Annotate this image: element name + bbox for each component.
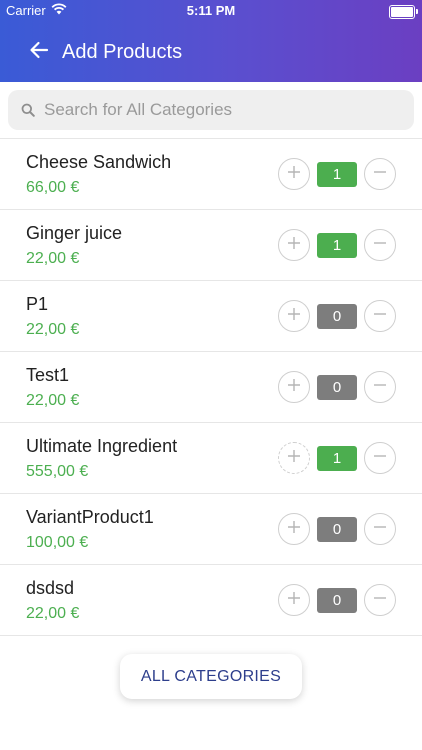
product-row: dsdsd 22,00 € 0 [0,565,422,636]
product-list: Cheese Sandwich 66,00 € 1 Ginger juice 2… [0,138,422,636]
increase-button[interactable] [278,229,310,261]
arrow-left-icon [29,41,49,64]
search-input[interactable] [42,99,406,121]
plus-icon [287,236,301,255]
product-price: 22,00 € [26,605,80,622]
plus-icon [287,449,301,468]
product-row: P1 22,00 € 0 [0,281,422,352]
decrease-button[interactable] [364,229,396,261]
quantity-badge: 0 [317,375,357,400]
all-categories-button[interactable]: ALL CATEGORIES [120,654,302,699]
product-row: Test1 22,00 € 0 [0,352,422,423]
plus-icon [287,378,301,397]
decrease-button[interactable] [364,371,396,403]
quantity-badge: 1 [317,162,357,187]
minus-icon [373,449,387,468]
minus-icon [373,307,387,326]
product-name: dsdsd [26,578,75,598]
plus-icon [287,591,301,610]
product-row: Cheese Sandwich 66,00 € 1 [0,139,422,210]
back-button[interactable] [24,37,54,67]
product-row: Ginger juice 22,00 € 1 [0,210,422,281]
product-name: Cheese Sandwich [26,152,172,172]
product-name: Test1 [26,365,70,385]
product-row: VariantProduct1 100,00 € 0 [0,494,422,565]
page-title: Add Products [62,40,183,63]
quantity-badge: 0 [317,517,357,542]
minus-icon [373,378,387,397]
increase-button[interactable] [278,513,310,545]
nav-bar: Add Products [0,30,422,74]
product-row: Ultimate Ingredient 555,00 € 1 [0,423,422,494]
product-price: 555,00 € [26,463,89,480]
product-name: VariantProduct1 [26,507,154,527]
decrease-button[interactable] [364,158,396,190]
minus-icon [373,236,387,255]
decrease-button[interactable] [364,300,396,332]
plus-icon [287,165,301,184]
minus-icon [373,520,387,539]
status-time: 5:11 PM [186,3,236,18]
plus-icon [287,520,301,539]
product-price: 22,00 € [26,392,80,409]
minus-icon [373,165,387,184]
quantity-badge: 0 [317,588,357,613]
status-bar: Carrier 5:11 PM [0,0,422,22]
quantity-badge: 1 [317,233,357,258]
increase-button[interactable] [278,371,310,403]
product-name: P1 [26,294,49,314]
increase-button[interactable] [278,442,310,474]
quantity-badge: 1 [317,446,357,471]
decrease-button[interactable] [364,442,396,474]
product-name: Ultimate Ingredient [26,436,178,456]
quantity-badge: 0 [317,304,357,329]
product-price: 100,00 € [26,534,89,551]
search-section [0,82,422,138]
increase-button[interactable] [278,584,310,616]
decrease-button[interactable] [364,513,396,545]
search-icon [20,102,36,118]
decrease-button[interactable] [364,584,396,616]
product-name: Ginger juice [26,223,123,243]
increase-button[interactable] [278,300,310,332]
product-price: 66,00 € [26,179,80,196]
app-header: Carrier 5:11 PM Add Products [0,0,422,82]
search-bar[interactable] [8,90,414,130]
product-price: 22,00 € [26,321,80,338]
product-price: 22,00 € [26,250,80,267]
plus-icon [287,307,301,326]
battery-icon [389,5,418,19]
minus-icon [373,591,387,610]
increase-button[interactable] [278,158,310,190]
